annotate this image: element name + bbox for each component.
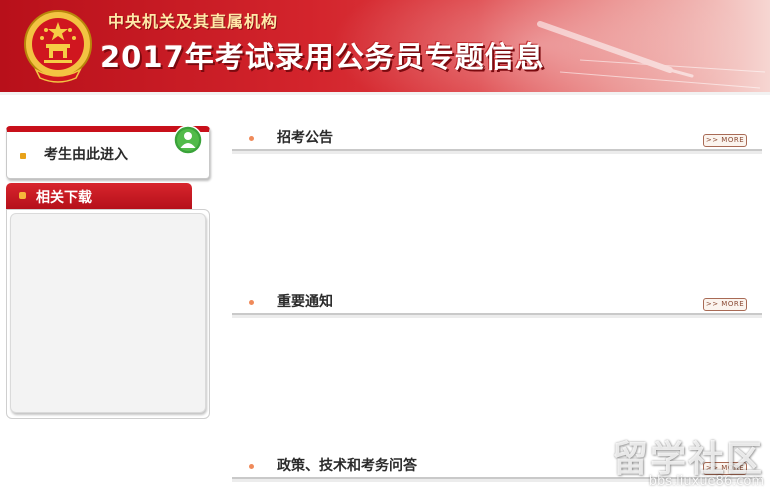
bullet-dot-icon: [249, 136, 254, 141]
page-title: 2017年考试录用公务员专题信息: [100, 40, 545, 74]
section-divider-shadow: [232, 315, 762, 318]
watermark-url: bbs.liuxue86.com: [648, 474, 764, 489]
bullet-dot-icon: [249, 300, 254, 305]
downloads-title: 相关下载: [36, 190, 92, 206]
banner-divider: [0, 92, 770, 95]
section-divider-shadow: [232, 151, 762, 154]
downloads-list: [10, 213, 206, 413]
downloads-panel: [6, 209, 210, 419]
bullet-dot-icon: [249, 464, 254, 469]
user-icon[interactable]: [173, 125, 203, 155]
section-heading[interactable]: 重要通知: [277, 291, 333, 311]
bullet-dot-icon: [20, 153, 26, 159]
section-heading[interactable]: 政策、技术和考务问答: [277, 455, 417, 475]
national-emblem-icon: [24, 10, 92, 83]
square-bullet-icon: [19, 192, 26, 199]
pen-decoration-icon: [537, 21, 766, 89]
section-recruitment-notices: 招考公告 >> MORE: [232, 129, 762, 159]
more-button[interactable]: >> MORE: [703, 298, 747, 311]
downloads-tab[interactable]: 相关下载: [6, 183, 192, 209]
org-name: 中央机关及其直属机构: [108, 12, 279, 31]
candidate-entry-label: 考生由此进入: [44, 147, 128, 163]
watermark: 留学社区 bbs.liuxue86.com: [598, 430, 770, 496]
header-banner: 中央机关及其直属机构 2017年考试录用公务员专题信息: [0, 0, 770, 92]
section-important-notices: 重要通知 >> MORE: [232, 293, 762, 323]
more-button[interactable]: >> MORE: [703, 134, 747, 147]
section-heading[interactable]: 招考公告: [277, 127, 333, 147]
